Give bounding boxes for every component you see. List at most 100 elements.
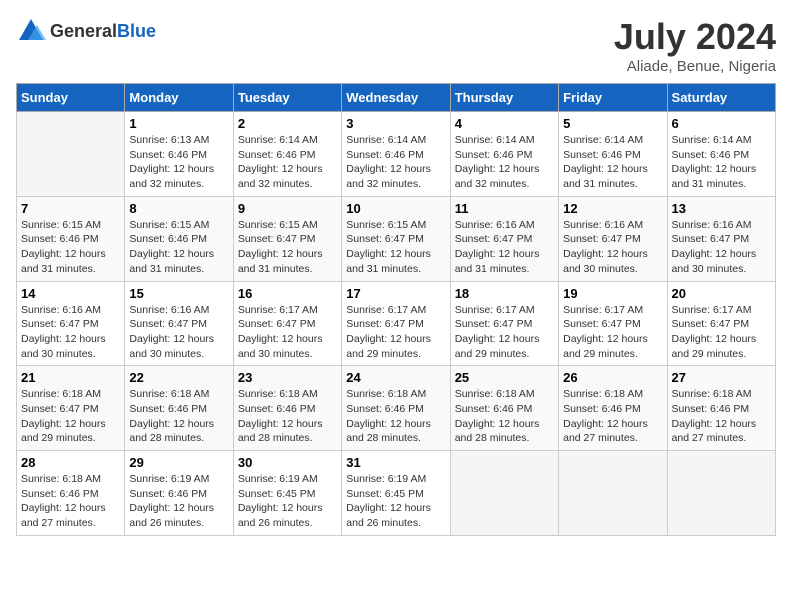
weekday-header: Wednesday [342, 84, 450, 112]
day-info: Sunrise: 6:17 AMSunset: 6:47 PMDaylight:… [672, 303, 771, 362]
logo-icon [16, 16, 46, 46]
calendar-cell: 17Sunrise: 6:17 AMSunset: 6:47 PMDayligh… [342, 281, 450, 366]
calendar-cell: 31Sunrise: 6:19 AMSunset: 6:45 PMDayligh… [342, 451, 450, 536]
calendar-cell: 27Sunrise: 6:18 AMSunset: 6:46 PMDayligh… [667, 366, 775, 451]
month-title: July 2024 [614, 16, 776, 58]
day-info: Sunrise: 6:14 AMSunset: 6:46 PMDaylight:… [346, 133, 445, 192]
day-number: 5 [563, 116, 662, 131]
calendar-cell: 5 Sunrise: 6:14 AMSunset: 6:46 PMDaylight… [559, 112, 667, 197]
location-title: Aliade, Benue, Nigeria [614, 58, 776, 75]
day-info: Sunrise: 6:17 AMSunset: 6:47 PMDaylight:… [455, 303, 554, 362]
day-number: 13 [672, 201, 771, 216]
day-info: Sunrise: 6:18 AMSunset: 6:47 PMDaylight:… [21, 387, 120, 446]
day-number: 17 [346, 286, 445, 301]
day-info: Sunrise: 6:19 AMSunset: 6:46 PMDaylight:… [129, 472, 228, 531]
calendar-cell [559, 451, 667, 536]
calendar-week-row: 21 Sunrise: 6:18 AMSunset: 6:47 PMDayligh… [17, 366, 776, 451]
weekday-header: Saturday [667, 84, 775, 112]
calendar-cell [450, 451, 558, 536]
day-info: Sunrise: 6:18 AMSunset: 6:46 PMDaylight:… [455, 387, 554, 446]
calendar-week-row: 28 Sunrise: 6:18 AMSunset: 6:46 PMDayligh… [17, 451, 776, 536]
calendar-cell: 30 Sunrise: 6:19 AMSunset: 6:45 PMDayligh… [233, 451, 341, 536]
day-number: 3 [346, 116, 445, 131]
day-number: 16 [238, 286, 337, 301]
calendar-week-row: 7 Sunrise: 6:15 AMSunset: 6:46 PMDaylight… [17, 196, 776, 281]
logo-general: General [50, 21, 117, 41]
day-info: Sunrise: 6:19 AMSunset: 6:45 PMDaylight:… [238, 472, 337, 531]
calendar-cell [667, 451, 775, 536]
calendar-cell: 18 Sunrise: 6:17 AMSunset: 6:47 PMDayligh… [450, 281, 558, 366]
calendar-cell: 28 Sunrise: 6:18 AMSunset: 6:46 PMDayligh… [17, 451, 125, 536]
day-info: Sunrise: 6:15 AMSunset: 6:47 PMDaylight:… [238, 218, 337, 277]
calendar-cell: 3 Sunrise: 6:14 AMSunset: 6:46 PMDaylight… [342, 112, 450, 197]
day-info: Sunrise: 6:19 AMSunset: 6:45 PMDaylight:… [346, 472, 445, 531]
calendar-table: SundayMondayTuesdayWednesdayThursdayFrid… [16, 83, 776, 536]
day-number: 22 [129, 370, 228, 385]
weekday-header: Friday [559, 84, 667, 112]
day-info: Sunrise: 6:16 AMSunset: 6:47 PMDaylight:… [129, 303, 228, 362]
calendar-cell: 22 Sunrise: 6:18 AMSunset: 6:46 PMDayligh… [125, 366, 233, 451]
day-info: Sunrise: 6:18 AMSunset: 6:46 PMDaylight:… [563, 387, 662, 446]
day-number: 8 [129, 201, 228, 216]
calendar-cell: 7 Sunrise: 6:15 AMSunset: 6:46 PMDaylight… [17, 196, 125, 281]
day-number: 6 [672, 116, 771, 131]
day-number: 14 [21, 286, 120, 301]
day-info: Sunrise: 6:14 AMSunset: 6:46 PMDaylight:… [672, 133, 771, 192]
day-info: Sunrise: 6:14 AMSunset: 6:46 PMDaylight:… [455, 133, 554, 192]
logo-text: GeneralBlue [50, 21, 156, 42]
calendar-cell: 11Sunrise: 6:16 AMSunset: 6:47 PMDayligh… [450, 196, 558, 281]
header-row: SundayMondayTuesdayWednesdayThursdayFrid… [17, 84, 776, 112]
weekday-header: Tuesday [233, 84, 341, 112]
calendar-cell: 21 Sunrise: 6:18 AMSunset: 6:47 PMDayligh… [17, 366, 125, 451]
day-info: Sunrise: 6:18 AMSunset: 6:46 PMDaylight:… [21, 472, 120, 531]
calendar-cell: 12 Sunrise: 6:16 AMSunset: 6:47 PMDayligh… [559, 196, 667, 281]
calendar-cell: 13 Sunrise: 6:16 AMSunset: 6:47 PMDayligh… [667, 196, 775, 281]
day-info: Sunrise: 6:16 AMSunset: 6:47 PMDaylight:… [21, 303, 120, 362]
day-number: 7 [21, 201, 120, 216]
calendar-cell: 9 Sunrise: 6:15 AMSunset: 6:47 PMDaylight… [233, 196, 341, 281]
day-number: 28 [21, 455, 120, 470]
weekday-header: Monday [125, 84, 233, 112]
day-number: 4 [455, 116, 554, 131]
day-number: 25 [455, 370, 554, 385]
day-info: Sunrise: 6:14 AMSunset: 6:46 PMDaylight:… [563, 133, 662, 192]
day-number: 15 [129, 286, 228, 301]
day-number: 24 [346, 370, 445, 385]
calendar-cell: 8 Sunrise: 6:15 AMSunset: 6:46 PMDaylight… [125, 196, 233, 281]
day-info: Sunrise: 6:17 AMSunset: 6:47 PMDaylight:… [238, 303, 337, 362]
day-info: Sunrise: 6:16 AMSunset: 6:47 PMDaylight:… [672, 218, 771, 277]
day-info: Sunrise: 6:18 AMSunset: 6:46 PMDaylight:… [129, 387, 228, 446]
day-number: 20 [672, 286, 771, 301]
calendar-cell: 23Sunrise: 6:18 AMSunset: 6:46 PMDayligh… [233, 366, 341, 451]
calendar-body: 1Sunrise: 6:13 AMSunset: 6:46 PMDaylight… [17, 112, 776, 536]
calendar-week-row: 14 Sunrise: 6:16 AMSunset: 6:47 PMDayligh… [17, 281, 776, 366]
day-number: 9 [238, 201, 337, 216]
day-number: 18 [455, 286, 554, 301]
day-number: 30 [238, 455, 337, 470]
calendar-cell: 1Sunrise: 6:13 AMSunset: 6:46 PMDaylight… [125, 112, 233, 197]
calendar-cell: 26 Sunrise: 6:18 AMSunset: 6:46 PMDayligh… [559, 366, 667, 451]
calendar-cell: 10Sunrise: 6:15 AMSunset: 6:47 PMDayligh… [342, 196, 450, 281]
logo-blue: Blue [117, 21, 156, 41]
day-number: 21 [21, 370, 120, 385]
day-info: Sunrise: 6:16 AMSunset: 6:47 PMDaylight:… [563, 218, 662, 277]
day-info: Sunrise: 6:18 AMSunset: 6:46 PMDaylight:… [346, 387, 445, 446]
day-info: Sunrise: 6:15 AMSunset: 6:46 PMDaylight:… [21, 218, 120, 277]
calendar-cell: 2Sunrise: 6:14 AMSunset: 6:46 PMDaylight… [233, 112, 341, 197]
day-number: 12 [563, 201, 662, 216]
day-info: Sunrise: 6:17 AMSunset: 6:47 PMDaylight:… [563, 303, 662, 362]
calendar-cell: 25 Sunrise: 6:18 AMSunset: 6:46 PMDayligh… [450, 366, 558, 451]
calendar-cell: 19Sunrise: 6:17 AMSunset: 6:47 PMDayligh… [559, 281, 667, 366]
day-info: Sunrise: 6:15 AMSunset: 6:46 PMDaylight:… [129, 218, 228, 277]
calendar-cell [17, 112, 125, 197]
day-number: 26 [563, 370, 662, 385]
day-number: 23 [238, 370, 337, 385]
weekday-header: Thursday [450, 84, 558, 112]
day-info: Sunrise: 6:15 AMSunset: 6:47 PMDaylight:… [346, 218, 445, 277]
calendar-cell: 24 Sunrise: 6:18 AMSunset: 6:46 PMDayligh… [342, 366, 450, 451]
calendar-cell: 15 Sunrise: 6:16 AMSunset: 6:47 PMDayligh… [125, 281, 233, 366]
day-info: Sunrise: 6:18 AMSunset: 6:46 PMDaylight:… [672, 387, 771, 446]
calendar-week-row: 1Sunrise: 6:13 AMSunset: 6:46 PMDaylight… [17, 112, 776, 197]
weekday-header: Sunday [17, 84, 125, 112]
day-info: Sunrise: 6:14 AMSunset: 6:46 PMDaylight:… [238, 133, 337, 192]
